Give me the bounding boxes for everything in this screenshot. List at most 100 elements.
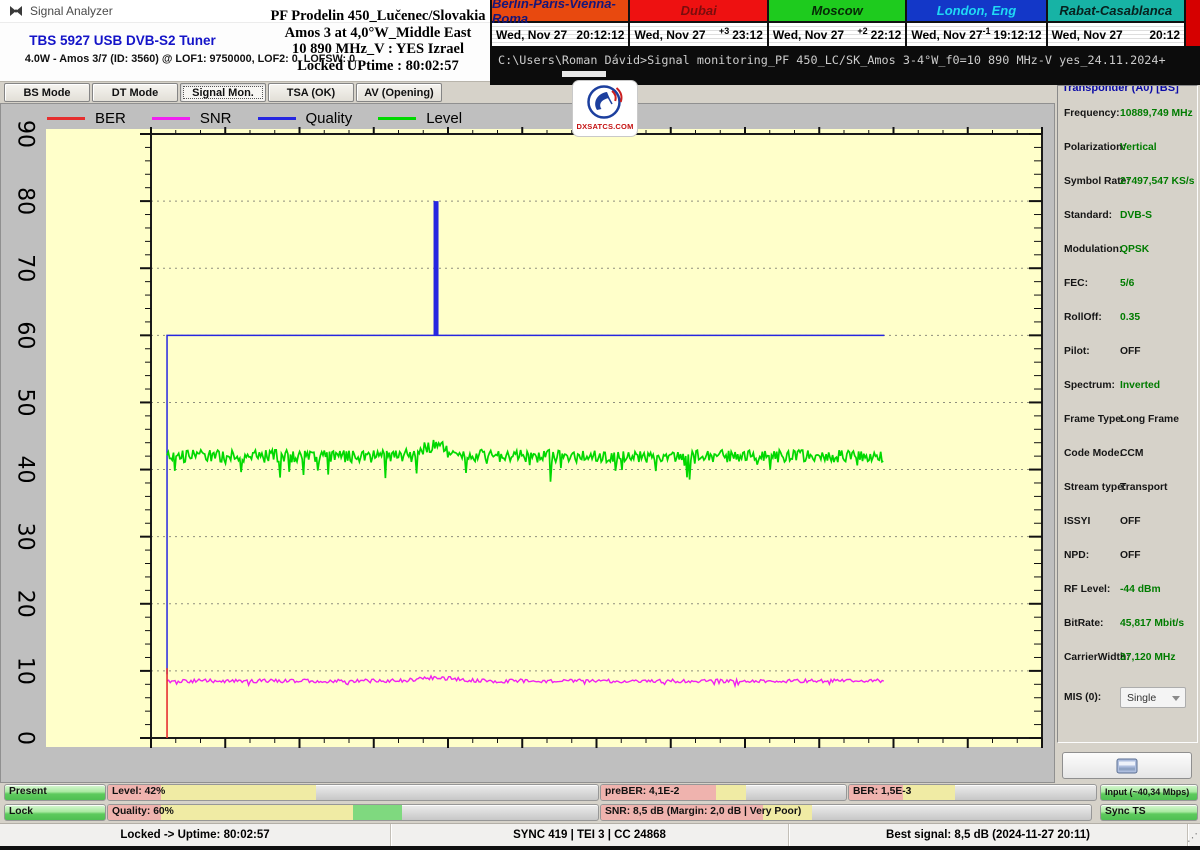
tuner-name: TBS 5927 USB DVB-S2 Tuner bbox=[29, 33, 216, 48]
y-axis-label-60: 60 bbox=[13, 321, 38, 349]
lock-indicator: Lock bbox=[4, 804, 106, 821]
input-bar: Input (~40,34 Mbps) bbox=[1100, 784, 1198, 801]
field-value: OFF bbox=[1120, 550, 1141, 561]
tab-bs-mode[interactable]: BS Mode bbox=[4, 83, 90, 102]
clock-london-eng: London, Eng Wed, Nov 27 -1 19:12:12 bbox=[907, 0, 1048, 46]
field-code-mode: Code Mode: CCM bbox=[1064, 448, 1194, 462]
indicator-bars: Present Level: 42% preBER: 4,1E-2 BER: 1,5E… bbox=[0, 783, 1200, 823]
status-sync-counters: SYNC 419 | TEI 3 | CC 24868 bbox=[391, 824, 789, 846]
y-axis-label-20: 20 bbox=[13, 590, 38, 618]
clock-time-row: Wed, Nov 27 20:12:12 bbox=[492, 23, 629, 46]
field-value: 10889,749 MHz bbox=[1120, 108, 1193, 119]
transponder-title-clip: Transponder (A0) [BS] bbox=[1058, 86, 1197, 98]
clock-time-row: Wed, Nov 27 20:12 bbox=[1047, 23, 1185, 46]
dish-header-line: 10 890 MHz_V : YES Izrael bbox=[292, 41, 464, 57]
field-rf-level: RF Level: -44 dBm bbox=[1064, 584, 1194, 598]
field-label: Pilot: bbox=[1064, 346, 1090, 357]
field-frequency: Frequency: 10889,749 MHz bbox=[1064, 108, 1194, 122]
bar-label: Lock bbox=[9, 806, 34, 817]
y-axis-label-0: 0 bbox=[13, 731, 38, 745]
preber-bar: preBER: 4,1E-2 bbox=[600, 784, 847, 801]
field-value: Inverted bbox=[1120, 380, 1161, 391]
mode-tabbar: BS Mode DT Mode Signal Mon. TSA (OK) AV (Ope… bbox=[0, 83, 1059, 103]
field-value: OFF bbox=[1120, 346, 1141, 357]
field-bitrate: BitRate: 45,817 Mbit/s bbox=[1064, 618, 1194, 632]
bar-label: Present bbox=[9, 786, 47, 797]
field-label: RollOff: bbox=[1064, 312, 1102, 323]
field-stream-type: Stream type: Transport bbox=[1064, 482, 1194, 496]
y-axis-label-40: 40 bbox=[13, 456, 38, 484]
field-fec: FEC: 5/6 bbox=[1064, 278, 1194, 292]
field-symbol-rate: Symbol Rate: 27497,547 KS/s bbox=[1064, 176, 1194, 190]
y-axis-label-50: 50 bbox=[13, 388, 38, 416]
save-icon bbox=[1116, 758, 1138, 774]
clock-city-label: Dubai bbox=[630, 0, 767, 23]
bar-label: Input (~40,34 Mbps) bbox=[1105, 787, 1190, 797]
field-carrierwidth: CarrierWidth: 37,120 MHz bbox=[1064, 652, 1194, 666]
clock-utc-offset: -1 bbox=[982, 25, 991, 36]
field-label: Polarization: bbox=[1064, 142, 1126, 153]
field-standard: Standard: DVB-S bbox=[1064, 210, 1194, 224]
transponder-box: Transponder (A0) [BS] Frequency: 10889,74… bbox=[1057, 85, 1198, 743]
tab-signal-mon[interactable]: Signal Mon. bbox=[180, 83, 266, 102]
signal-analyzer-window: Signal Analyzer TBS 5927 USB DVB-S2 Tune… bbox=[0, 0, 1200, 850]
bar-segment-yellow bbox=[716, 785, 746, 800]
satellite-dish-icon bbox=[9, 4, 23, 18]
dish-header: PF Prodelin 450_Lučenec/Slovakia Amos 3 … bbox=[262, 8, 494, 74]
chevron-down-icon bbox=[1172, 696, 1180, 701]
quality-bar: Quality: 60% bbox=[107, 804, 599, 821]
clock-city-label: Moscow bbox=[768, 0, 906, 23]
header-panel: Signal Analyzer TBS 5927 USB DVB-S2 Tune… bbox=[0, 0, 490, 82]
field-spectrum: Spectrum: Inverted bbox=[1064, 380, 1194, 394]
field-pilot: Pilot: OFF bbox=[1064, 346, 1194, 360]
field-value: -44 dBm bbox=[1120, 584, 1161, 595]
status-best-signal: Best signal: 8,5 dB (2024-11-27 20:11) bbox=[789, 824, 1188, 846]
clock-berlin-paris-vienna-roma: Berlin-Paris-Vienna-Roma Wed, Nov 27 20:12… bbox=[492, 0, 631, 46]
field-value: DVB-S bbox=[1120, 210, 1153, 221]
y-axis-label-90: 90 bbox=[13, 120, 38, 148]
clock-dubai: Dubai Wed, Nov 27 +3 23:12 bbox=[630, 0, 769, 46]
field-npd: NPD: OFF bbox=[1064, 550, 1194, 564]
tab-tsa-ok[interactable]: TSA (OK) bbox=[268, 83, 354, 102]
status-uptime: Locked -> Uptime: 80:02:57 bbox=[0, 824, 391, 846]
clock-city-label: Berlin-Paris-Vienna-Roma bbox=[492, 0, 629, 26]
mis-label: MIS (0): bbox=[1064, 692, 1102, 703]
y-axis-label-30: 30 bbox=[13, 523, 38, 551]
clock-date-label: Wed, Nov 27 bbox=[772, 27, 845, 42]
field-frame-type: Frame Type: Long Frame bbox=[1064, 414, 1194, 428]
field-modulation: Modulation: QPSK bbox=[1064, 244, 1194, 258]
ber-bar: BER: 1,5E-3 bbox=[848, 784, 1097, 801]
signal-plot: 0 10 20 30 40 50 60 70 80 90 bbox=[13, 120, 1043, 748]
clock-moscow: Moscow Wed, Nov 27 +2 22:12 bbox=[768, 0, 908, 46]
save-log-button[interactable] bbox=[1062, 752, 1192, 779]
bar-label: preBER: 4,1E-2 bbox=[605, 786, 680, 797]
clock-time-label: 22:12 bbox=[870, 27, 902, 42]
dxsatcs-logo-text: DXSATCS.COM bbox=[576, 122, 634, 131]
field-value: 0.35 bbox=[1120, 312, 1141, 323]
field-value: Transport bbox=[1120, 482, 1168, 493]
field-value: 5/6 bbox=[1120, 278, 1135, 289]
clock-edge-stripe bbox=[1186, 0, 1200, 46]
y-axis-label-80: 80 bbox=[13, 187, 38, 215]
status-bar: Locked -> Uptime: 80:02:57 SYNC 419 | TEI… bbox=[0, 823, 1200, 846]
tab-av-opening[interactable]: AV (Opening) bbox=[356, 83, 442, 102]
snr-bar: SNR: 8,5 dB (Margin: 2,0 dB | Very Poor) bbox=[600, 804, 1092, 821]
present-indicator: Present bbox=[4, 784, 106, 801]
tab-dt-mode[interactable]: DT Mode bbox=[92, 83, 178, 102]
clock-time-label: 20:12:12 bbox=[576, 27, 625, 42]
clock-time-label: 19:12:12 bbox=[993, 27, 1042, 42]
field-value: Vertical bbox=[1120, 142, 1157, 153]
terminal-cursor bbox=[562, 71, 606, 77]
field-value: 45,817 Mbit/s bbox=[1120, 618, 1185, 629]
y-axis-label-10: 10 bbox=[13, 657, 38, 685]
mis-dropdown[interactable]: Single bbox=[1120, 687, 1186, 708]
chart-region: BER SNR Quality Level 0 10 20 30 40 50 60 70 80 90 bbox=[0, 103, 1055, 783]
y-axis-label-70: 70 bbox=[13, 254, 38, 282]
field-label: Frame Type: bbox=[1064, 414, 1125, 425]
dish-header-line: Amos 3 at 4,0°W_Middle East bbox=[284, 24, 472, 41]
clock-date-label: Wed, Nov 27 bbox=[1051, 27, 1123, 42]
resize-grip-icon[interactable]: ⋰ bbox=[1187, 833, 1198, 844]
field-label: BitRate: bbox=[1064, 618, 1104, 629]
clock-time-row: Wed, Nov 27 +3 23:12 bbox=[630, 23, 767, 46]
mis-value: Single bbox=[1127, 691, 1157, 704]
